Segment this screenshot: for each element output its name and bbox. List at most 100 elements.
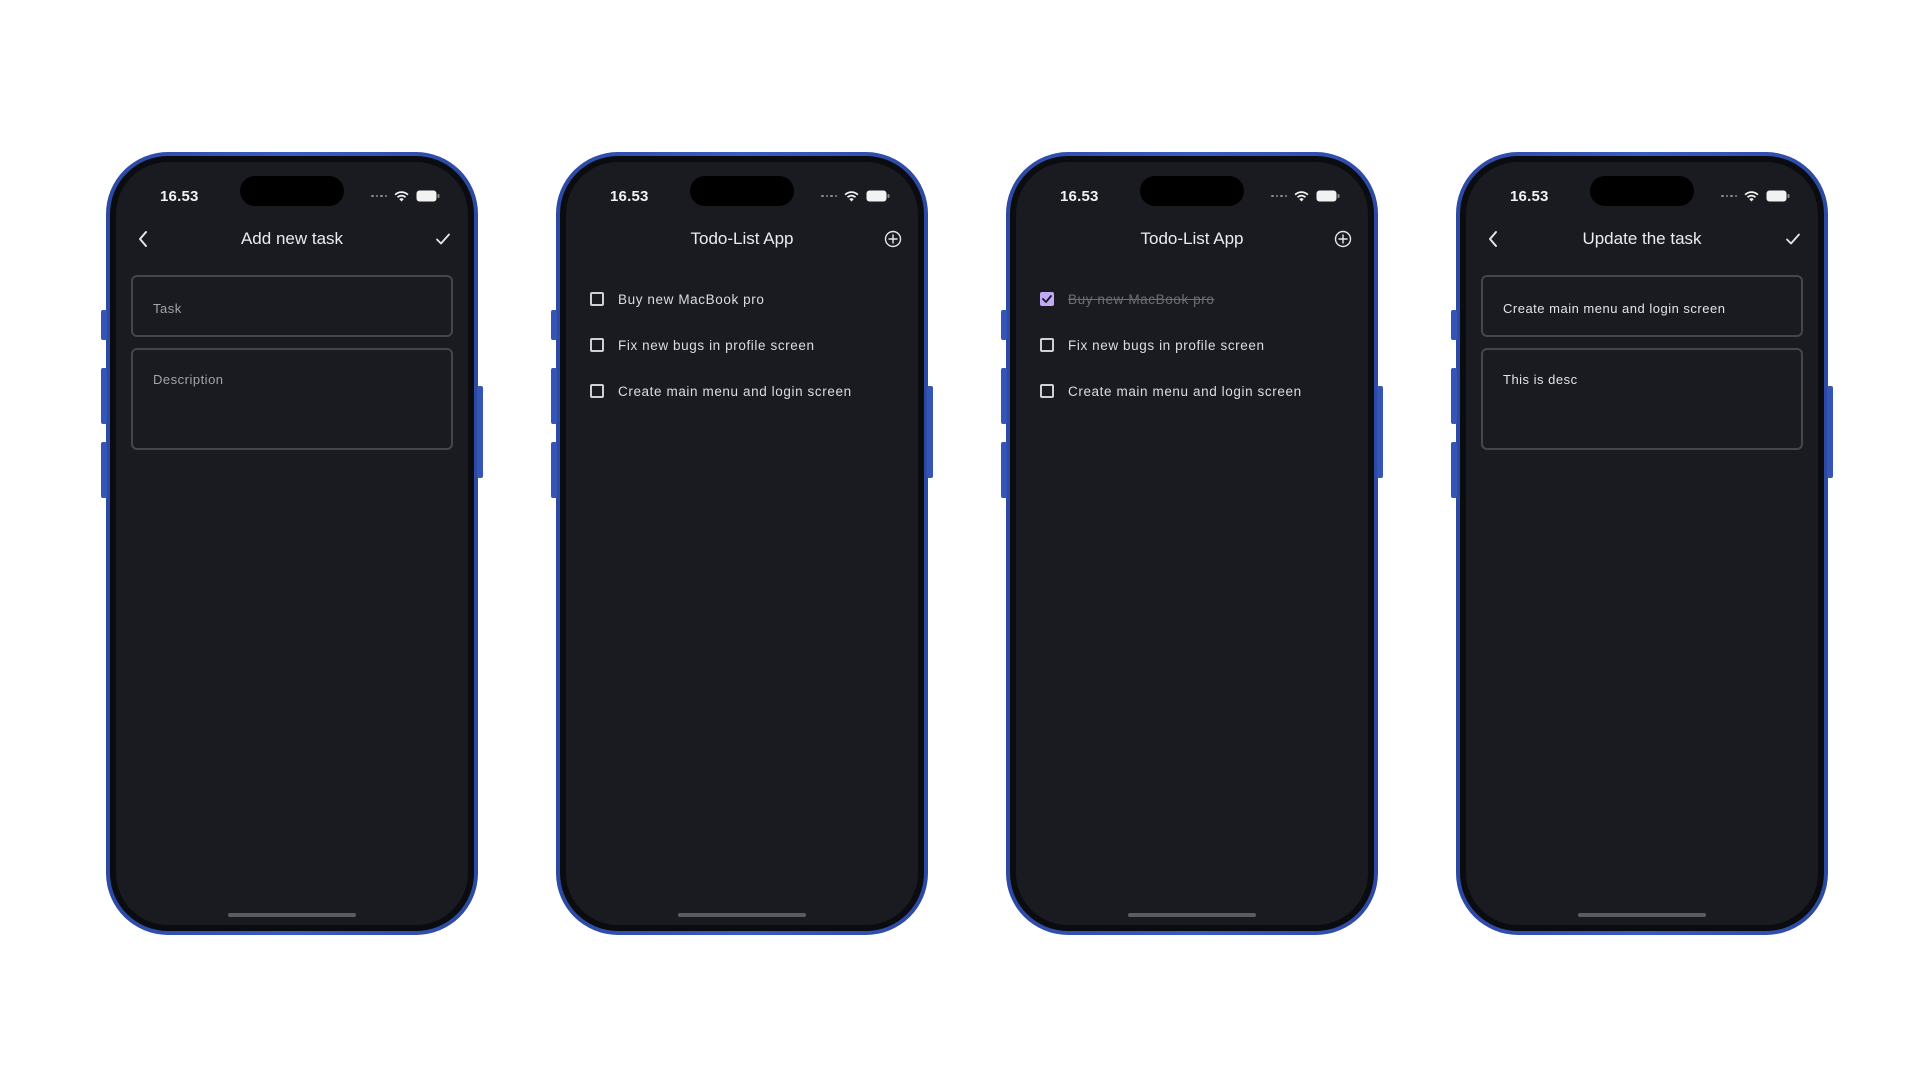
item-label: Fix new bugs in profile screen — [618, 337, 815, 353]
description-value: This is desc — [1503, 372, 1578, 387]
description-placeholder: Description — [153, 372, 224, 387]
add-task-button[interactable] — [882, 228, 904, 250]
chevron-left-icon — [139, 231, 147, 247]
volume-down-button — [551, 442, 557, 498]
add-task-button[interactable] — [1332, 228, 1354, 250]
list-item[interactable]: Buy new MacBook pro — [590, 276, 902, 322]
status-time: 16.53 — [160, 188, 199, 205]
add-circle-icon — [1334, 230, 1352, 248]
volume-down-button — [101, 442, 107, 498]
signal-dots-icon — [821, 194, 837, 198]
dynamic-island — [1140, 176, 1244, 206]
action-button — [551, 310, 557, 340]
mockup-stage: 16.53 Add new task Task Description 16.5… — [0, 0, 1920, 1080]
page-title: Todo-List App — [1140, 229, 1244, 248]
checkbox[interactable] — [590, 384, 604, 398]
list-item[interactable]: Fix new bugs in profile screen — [1040, 322, 1352, 368]
checkbox[interactable] — [590, 338, 604, 352]
volume-down-button — [1451, 442, 1457, 498]
dynamic-island — [1590, 176, 1694, 206]
volume-up-button — [1451, 368, 1457, 424]
back-button[interactable] — [1482, 228, 1504, 250]
home-indicator[interactable] — [1128, 913, 1256, 917]
volume-down-button — [1001, 442, 1007, 498]
action-button — [101, 310, 107, 340]
power-button — [477, 386, 483, 478]
nav-bar: Todo-List App — [1016, 224, 1368, 254]
battery-icon — [416, 190, 440, 202]
status-time: 16.53 — [1510, 188, 1549, 205]
list-item[interactable]: Fix new bugs in profile screen — [590, 322, 902, 368]
status-icons — [821, 190, 890, 202]
wifi-icon — [844, 190, 859, 202]
battery-icon — [866, 190, 890, 202]
volume-up-button — [1001, 368, 1007, 424]
wifi-icon — [1294, 190, 1309, 202]
page-title: Todo-List App — [690, 229, 794, 248]
page-title: Update the task — [1582, 229, 1702, 248]
list-item[interactable]: Buy new MacBook pro — [1040, 276, 1352, 322]
todo-list: Buy new MacBook pro Fix new bugs in prof… — [1040, 276, 1352, 414]
checkmark-icon — [1786, 233, 1800, 245]
list-item[interactable]: Create main menu and login screen — [590, 368, 902, 414]
home-indicator[interactable] — [1578, 913, 1706, 917]
status-icons — [1271, 190, 1340, 202]
nav-bar: Todo-List App — [566, 224, 918, 254]
status-icons — [371, 190, 440, 202]
screen-todo-list-checked: 16.53 Todo-List App Buy new MacBook pro … — [1016, 162, 1368, 925]
phone-bezel: 16.53 Todo-List App Buy new MacBook pro … — [1010, 156, 1374, 931]
status-icons — [1721, 190, 1790, 202]
phone-update-task: 16.53 Update the task Create main menu a… — [1451, 152, 1833, 935]
description-input[interactable]: Description — [131, 348, 453, 450]
dynamic-island — [690, 176, 794, 206]
back-button[interactable] — [132, 228, 154, 250]
chevron-left-icon — [1489, 231, 1497, 247]
action-button — [1451, 310, 1457, 340]
page-title: Add new task — [240, 229, 344, 248]
power-button — [1827, 386, 1833, 478]
screen-todo-list: 16.53 Todo-List App Buy new MacBook pro … — [566, 162, 918, 925]
save-button[interactable] — [432, 228, 454, 250]
phone-add-task: 16.53 Add new task Task Description — [101, 152, 483, 935]
dynamic-island — [240, 176, 344, 206]
phone-bezel: 16.53 Add new task Task Description — [110, 156, 474, 931]
item-label: Create main menu and login screen — [618, 383, 852, 399]
task-input[interactable]: Create main menu and login screen — [1481, 275, 1803, 337]
signal-dots-icon — [1271, 194, 1287, 198]
status-time: 16.53 — [610, 188, 649, 205]
item-label: Create main menu and login screen — [1068, 383, 1302, 399]
signal-dots-icon — [1721, 194, 1737, 198]
add-circle-icon — [884, 230, 902, 248]
item-label: Fix new bugs in profile screen — [1068, 337, 1265, 353]
phone-todo-list: 16.53 Todo-List App Buy new MacBook pro … — [551, 152, 933, 935]
checkmark-icon — [436, 233, 450, 245]
wifi-icon — [394, 190, 409, 202]
status-time: 16.53 — [1060, 188, 1099, 205]
task-input[interactable]: Task — [131, 275, 453, 337]
home-indicator[interactable] — [678, 913, 806, 917]
phone-todo-list-checked: 16.53 Todo-List App Buy new MacBook pro … — [1001, 152, 1383, 935]
item-label: Buy new MacBook pro — [618, 291, 765, 307]
battery-icon — [1766, 190, 1790, 202]
action-button — [1001, 310, 1007, 340]
checkbox[interactable] — [1040, 384, 1054, 398]
phone-bezel: 16.53 Todo-List App Buy new MacBook pro … — [560, 156, 924, 931]
todo-list: Buy new MacBook pro Fix new bugs in prof… — [590, 276, 902, 414]
nav-bar: Add new task — [116, 224, 468, 254]
wifi-icon — [1744, 190, 1759, 202]
volume-up-button — [551, 368, 557, 424]
screen-add-task: 16.53 Add new task Task Description — [116, 162, 468, 925]
checkbox-checked[interactable] — [1040, 292, 1054, 306]
home-indicator[interactable] — [228, 913, 356, 917]
screen-update-task: 16.53 Update the task Create main menu a… — [1466, 162, 1818, 925]
battery-icon — [1316, 190, 1340, 202]
phone-bezel: 16.53 Update the task Create main menu a… — [1460, 156, 1824, 931]
signal-dots-icon — [371, 194, 387, 198]
power-button — [1377, 386, 1383, 478]
power-button — [927, 386, 933, 478]
checkbox[interactable] — [590, 292, 604, 306]
description-input[interactable]: This is desc — [1481, 348, 1803, 450]
checkbox[interactable] — [1040, 338, 1054, 352]
save-button[interactable] — [1782, 228, 1804, 250]
list-item[interactable]: Create main menu and login screen — [1040, 368, 1352, 414]
